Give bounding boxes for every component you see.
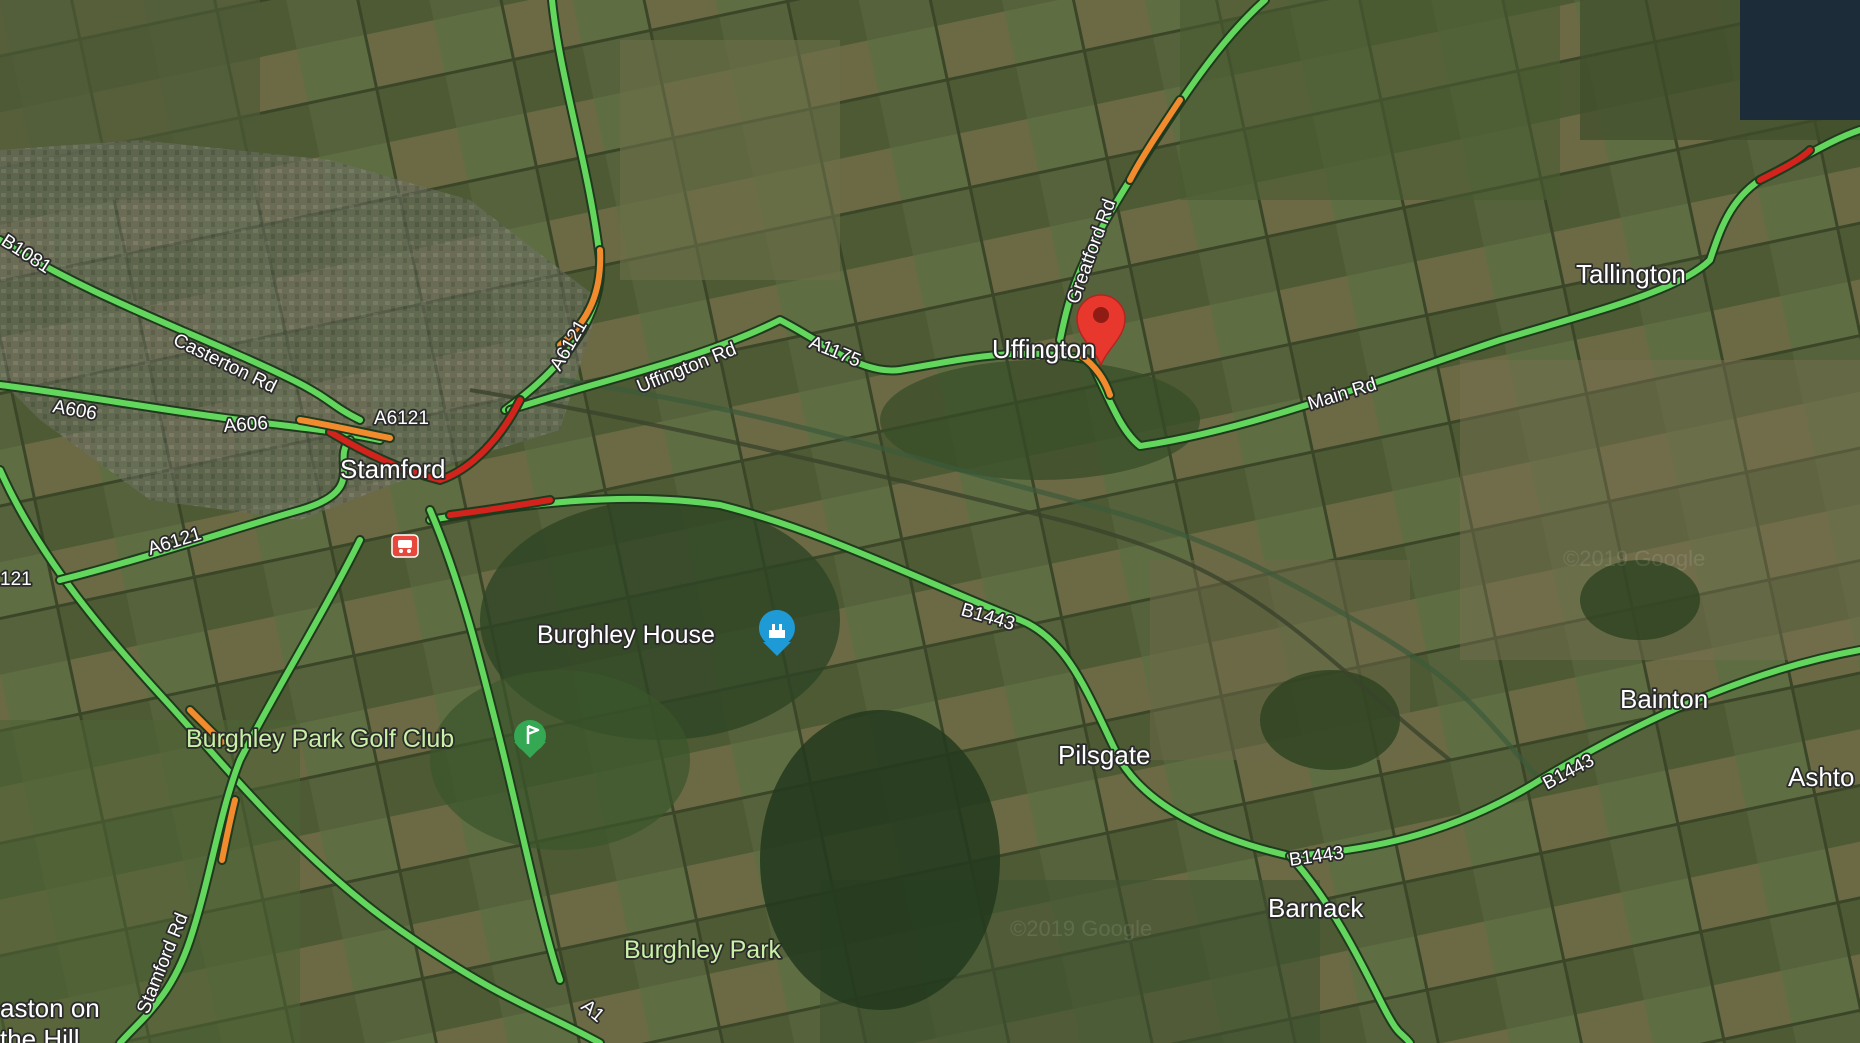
map-watermark: ©2019 Google: [1563, 546, 1705, 571]
road-label-a6121-edge: 121: [0, 569, 32, 590]
train-station-icon[interactable]: [391, 534, 419, 558]
road-label-a6121-centre: A6121: [374, 408, 429, 429]
place-label-pilsgate: Pilsgate: [1058, 740, 1151, 770]
place-label-easton-line2: the Hill: [0, 1024, 79, 1043]
place-label-bainton: Bainton: [1620, 684, 1708, 714]
satellite-map[interactable]: B1081 Casterton Rd A606 A606 A6121 A6121…: [0, 0, 1860, 1043]
road-label-a606-east: A606: [223, 413, 269, 437]
place-label-uffington: Uffington: [992, 334, 1096, 364]
place-label-stamford: Stamford: [340, 454, 446, 484]
poi-label-burghley-house: Burghley House: [537, 621, 715, 649]
map-watermark-2: ©2019 Google: [1010, 916, 1152, 941]
place-label-ashton: Ashto: [1788, 762, 1855, 792]
poi-label-burghley-park: Burghley Park: [624, 936, 782, 964]
poi-label-burghley-golf: Burghley Park Golf Club: [186, 725, 454, 753]
place-label-easton-line1: aston on: [0, 993, 100, 1023]
place-label-barnack: Barnack: [1268, 893, 1364, 923]
place-label-tallington: Tallington: [1576, 259, 1686, 289]
